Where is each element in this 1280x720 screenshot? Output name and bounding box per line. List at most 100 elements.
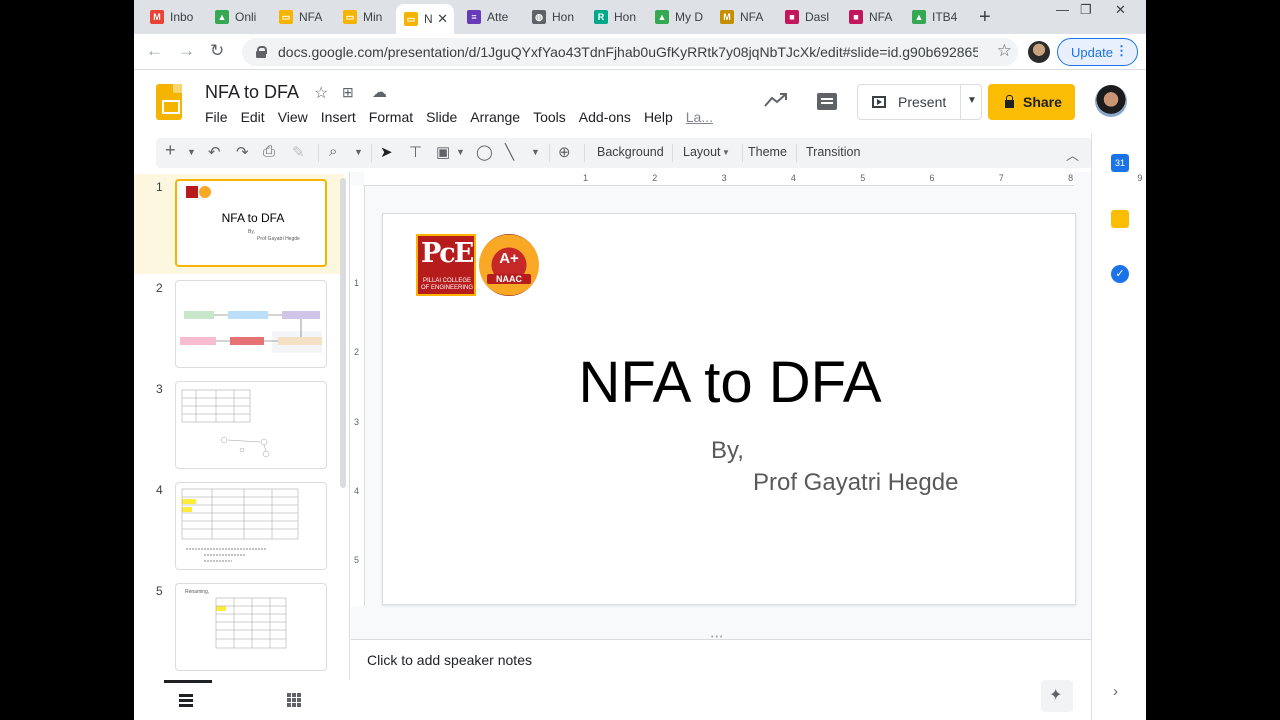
thumb-table <box>215 597 287 649</box>
menu-item[interactable]: File <box>205 109 228 125</box>
add-comment-icon[interactable]: ⊕ <box>558 143 571 161</box>
globe-icon: ◍ <box>532 10 546 24</box>
transition-button[interactable]: Transition <box>806 145 860 159</box>
close-tab-icon[interactable]: ✕ <box>437 11 448 27</box>
collapse-toolbar-icon[interactable]: ︿ <box>1066 145 1079 164</box>
redo-icon[interactable]: ↷ <box>236 143 249 161</box>
browser-tab[interactable]: ▲ Onli <box>207 4 267 30</box>
browser-tab[interactable]: ▲ My D <box>647 4 707 30</box>
line-icon[interactable]: ╲ <box>505 143 514 161</box>
side-panel-toggle-icon[interactable]: › <box>1113 683 1118 700</box>
shape-icon[interactable]: ◯ <box>476 143 493 161</box>
new-slide-icon[interactable]: + <box>165 140 176 161</box>
slide-author[interactable]: Prof Gayatri Hegde <box>753 469 958 497</box>
explore-button[interactable] <box>1041 680 1073 712</box>
close-window-icon[interactable]: ✕ <box>1115 2 1126 18</box>
filmstrip-view-icon[interactable] <box>179 693 193 707</box>
menu-item[interactable]: Edit <box>241 109 265 125</box>
cloud-status-icon[interactable]: ☁ <box>372 83 387 101</box>
grid-view-icon[interactable] <box>287 693 301 707</box>
background-button[interactable]: Background <box>597 145 664 159</box>
kebab-menu-icon[interactable]: ⋮ <box>1115 43 1128 59</box>
account-avatar[interactable] <box>1095 85 1127 117</box>
theme-button[interactable]: Theme <box>748 145 787 159</box>
slide-thumbnail-3[interactable] <box>175 381 327 469</box>
browser-tab[interactable]: M NFA <box>712 4 772 30</box>
browser-tab[interactable]: ◍ Hon <box>524 4 584 30</box>
tab-label: Hon <box>552 10 575 24</box>
address-bar[interactable]: docs.google.com/presentation/d/1JguQYxfY… <box>242 38 1018 66</box>
forward-icon[interactable]: → <box>178 41 195 61</box>
select-cursor-icon[interactable]: ➤ <box>380 143 393 161</box>
line-chevron-icon[interactable]: ▼ <box>531 147 540 157</box>
undo-icon[interactable]: ↶ <box>208 143 221 161</box>
slides-logo-icon[interactable] <box>156 84 182 120</box>
menu-item[interactable]: Tools <box>533 109 566 125</box>
notes-resize-handle[interactable]: ••• <box>351 632 1091 641</box>
minimize-icon[interactable]: — <box>1056 2 1069 17</box>
browser-tab[interactable]: ▭ Min <box>335 4 395 30</box>
browser-tab[interactable]: R Hon <box>586 4 646 30</box>
move-folder-icon[interactable]: ⊞ <box>342 84 354 101</box>
menu-item[interactable]: La... <box>686 109 713 125</box>
horizontal-ruler[interactable]: 1 2 3 4 5 6 7 8 9 <box>364 172 1142 186</box>
browser-tab[interactable]: M Inbo <box>142 4 202 30</box>
speaker-notes-placeholder[interactable]: Click to add speaker notes <box>367 652 532 668</box>
zoom-chevron-icon[interactable]: ▼ <box>354 147 363 157</box>
text-box-icon[interactable]: ⊤ <box>409 143 422 161</box>
restore-icon[interactable]: ❐ <box>1080 2 1092 18</box>
calendar-icon[interactable]: 31 <box>1111 154 1129 172</box>
zoom-icon[interactable]: ⌕ <box>329 143 337 160</box>
menu-item[interactable]: Format <box>369 109 413 125</box>
tasks-icon[interactable]: ✓ <box>1111 265 1129 283</box>
present-button[interactable]: Present ▼ <box>857 84 982 120</box>
tab-label: NFA <box>299 10 323 24</box>
filmstrip-scrollbar[interactable] <box>340 178 346 488</box>
m-icon: M <box>720 10 734 24</box>
new-slide-chevron-icon[interactable]: ▼ <box>187 147 196 157</box>
slide-by-line[interactable]: By, <box>711 437 744 465</box>
menu-item[interactable]: Insert <box>321 109 356 125</box>
speaker-notes[interactable]: Click to add speaker notes <box>351 640 1091 720</box>
browser-tab[interactable]: ■ Dasl <box>777 4 837 30</box>
browser-tab[interactable]: ▭ NFA <box>271 4 331 30</box>
paint-format-icon[interactable]: ✎ <box>292 143 305 161</box>
layout-chevron-icon[interactable]: ▼ <box>722 148 730 157</box>
print-icon[interactable]: ⎙ <box>263 143 275 160</box>
update-button[interactable]: Update ⋮ <box>1057 38 1138 66</box>
side-panel: 31 ✓ <box>1091 134 1146 720</box>
menu-item[interactable]: Arrange <box>470 109 520 125</box>
comment-icon[interactable] <box>817 93 837 110</box>
keep-icon[interactable] <box>1111 210 1129 228</box>
slide-thumbnail-2[interactable] <box>175 280 327 368</box>
slide-thumbnail-4[interactable] <box>175 482 327 570</box>
slide-thumbnail-1[interactable]: NFA to DFA By, Prof Gayatri Hegde <box>175 179 327 267</box>
menu-item[interactable]: Slide <box>426 109 457 125</box>
vertical-ruler[interactable]: 1 2 3 4 5 <box>351 186 365 606</box>
image-icon[interactable]: ▣ <box>436 143 450 161</box>
slide-thumbnail-5[interactable]: Renaming, <box>175 583 327 671</box>
browser-tab[interactable]: ≡ Atte <box>459 4 519 30</box>
slides-icon: ▭ <box>404 12 418 26</box>
menu-item[interactable]: Help <box>644 109 673 125</box>
browser-tab[interactable]: ■ NFA <box>841 4 901 30</box>
profile-avatar[interactable] <box>1028 41 1050 63</box>
browser-tab[interactable]: ▭ N ✕ <box>396 4 454 34</box>
browser-tab[interactable]: ▲ ITB4 <box>904 4 964 30</box>
menu-item[interactable]: Add-ons <box>579 109 631 125</box>
slide-canvas[interactable]: PcE PILLAI COLLEGE OF ENGINEERING A+ NAA… <box>382 213 1076 605</box>
chevron-down-icon[interactable]: ▼ <box>967 95 977 106</box>
layout-button[interactable]: Layout <box>683 145 721 159</box>
new-tab-icon[interactable]: + <box>979 6 991 29</box>
slide-title[interactable]: NFA to DFA <box>570 349 890 416</box>
document-title[interactable]: NFA to DFA <box>205 82 299 103</box>
back-icon[interactable]: ← <box>146 41 163 61</box>
activity-dashboard-icon[interactable] <box>764 92 788 108</box>
star-icon[interactable]: ☆ <box>314 83 328 103</box>
bookmark-star-icon[interactable]: ☆ <box>997 41 1012 61</box>
image-chevron-icon[interactable]: ▼ <box>456 147 465 157</box>
app-icon: ■ <box>849 10 863 24</box>
reload-icon[interactable]: ↻ <box>210 41 224 61</box>
menu-item[interactable]: View <box>278 109 308 125</box>
share-button[interactable]: Share <box>988 84 1075 120</box>
